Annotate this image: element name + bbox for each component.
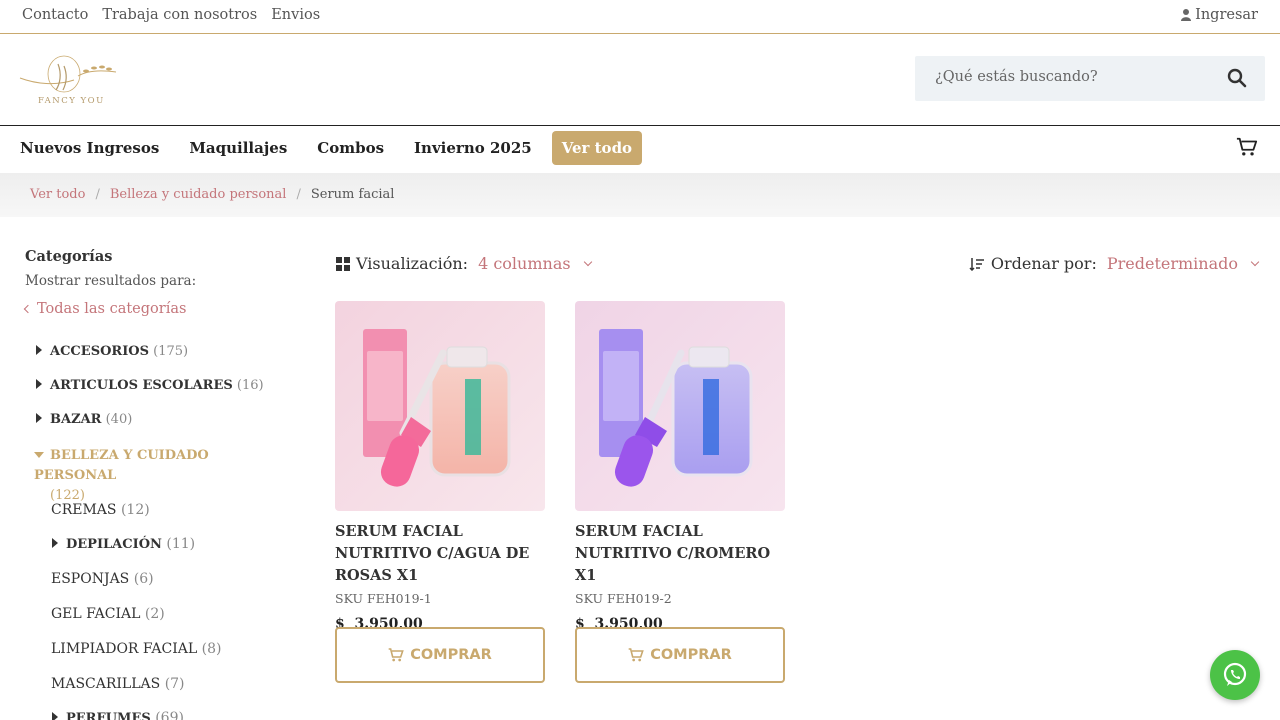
sort-value[interactable]: Predeterminado xyxy=(1107,254,1238,273)
product-card: SERUM FACIAL NUTRITIVO C/ROMERO X1 SKU F… xyxy=(575,301,785,683)
caret-right-icon xyxy=(36,413,42,423)
category-articulos-escolares[interactable]: ARTICULOS ESCOLARES (16) xyxy=(36,378,264,393)
login-label: Ingresar xyxy=(1195,7,1258,23)
breadcrumb-ver-todo[interactable]: Ver todo xyxy=(30,187,85,202)
product-sku: SKU FEH019-1 xyxy=(335,591,432,606)
search-icon[interactable] xyxy=(1227,68,1247,88)
logo-text: FANCY YOU xyxy=(38,96,105,106)
breadcrumb-separator: / xyxy=(95,187,100,202)
link-trabaja[interactable]: Trabaja con nosotros xyxy=(102,7,257,23)
buy-button[interactable]: COMPRAR xyxy=(335,627,545,683)
sidebar-title: Categorías xyxy=(25,248,113,265)
subcategory-limpiador-facial[interactable]: LIMPIADOR FACIAL (8) xyxy=(51,641,221,657)
cart-icon[interactable] xyxy=(1236,136,1258,158)
view-label: Visualización: xyxy=(356,254,469,273)
grid-icon xyxy=(336,256,350,271)
breadcrumb-separator: / xyxy=(296,187,301,202)
product-image[interactable] xyxy=(335,301,545,511)
nav-nuevos-ingresos[interactable]: Nuevos Ingresos xyxy=(20,131,159,165)
search-bar[interactable]: ¿Qué estás buscando? xyxy=(915,56,1265,101)
breadcrumb-current: Serum facial xyxy=(310,187,395,202)
category-bazar[interactable]: BAZAR (40) xyxy=(36,412,132,427)
subcategory-gel-facial[interactable]: GEL FACIAL (2) xyxy=(51,606,165,622)
login-link[interactable]: Ingresar xyxy=(1181,7,1258,23)
nav-combos[interactable]: Combos xyxy=(317,131,384,165)
whatsapp-button[interactable] xyxy=(1210,650,1260,700)
category-belleza[interactable]: BELLEZA Y CUIDADO PERSONAL (122) xyxy=(34,446,284,506)
caret-down-icon xyxy=(34,452,44,458)
view-value[interactable]: 4 columnas xyxy=(478,254,571,273)
link-contacto[interactable]: Contacto xyxy=(22,7,88,23)
buy-button-label: COMPRAR xyxy=(650,647,732,663)
chevron-down-icon xyxy=(1250,257,1260,266)
subcategory-perfumes[interactable]: PERFUMES (69) xyxy=(52,710,184,720)
caret-right-icon xyxy=(52,538,58,548)
breadcrumb-belleza[interactable]: Belleza y cuidado personal xyxy=(110,187,287,202)
sort-selector[interactable]: Ordenar por: Predeterminado xyxy=(969,254,1260,273)
product-card: SERUM FACIAL NUTRITIVO C/AGUA DE ROSAS X… xyxy=(335,301,545,683)
subcategory-esponjas[interactable]: ESPONJAS (6) xyxy=(51,571,154,587)
user-icon xyxy=(1181,9,1192,21)
subcategory-mascarillas[interactable]: MASCARILLAS (7) xyxy=(51,676,185,692)
caret-right-icon xyxy=(36,379,42,389)
nav-ver-todo[interactable]: Ver todo xyxy=(551,131,643,165)
category-sidebar: Categorías Mostrar resultados para: Toda… xyxy=(23,248,295,317)
header: FANCY YOU ¿Qué estás buscando? xyxy=(0,34,1280,126)
caret-right-icon xyxy=(52,712,58,720)
chevron-left-icon xyxy=(23,304,33,314)
breadcrumb: Ver todo / Belleza y cuidado personal / … xyxy=(0,173,1280,217)
product-name[interactable]: SERUM FACIAL NUTRITIVO C/ROMERO X1 xyxy=(575,521,785,587)
subcategory-depilacion[interactable]: DEPILACIÓN (11) xyxy=(52,536,195,552)
subcategory-cremas[interactable]: CREMAS (12) xyxy=(51,502,150,518)
caret-right-icon xyxy=(36,345,42,355)
link-envios[interactable]: Envios xyxy=(271,7,320,23)
buy-button-label: COMPRAR xyxy=(410,647,492,663)
product-image[interactable] xyxy=(575,301,785,511)
buy-button[interactable]: COMPRAR xyxy=(575,627,785,683)
top-bar: Contacto Trabaja con nosotros Envios Ing… xyxy=(0,0,1280,34)
search-placeholder[interactable]: ¿Qué estás buscando? xyxy=(935,69,1098,85)
sort-label: Ordenar por: xyxy=(990,254,1097,273)
cart-icon xyxy=(388,648,404,662)
view-selector[interactable]: Visualización: 4 columnas xyxy=(336,254,592,273)
sidebar-subtitle: Mostrar resultados para: xyxy=(25,273,197,289)
product-sku: SKU FEH019-2 xyxy=(575,591,672,606)
cart-icon xyxy=(628,648,644,662)
nav-maquillajes[interactable]: Maquillajes xyxy=(189,131,287,165)
chevron-down-icon xyxy=(583,257,592,266)
nav-invierno-2025[interactable]: Invierno 2025 xyxy=(414,131,532,165)
main-nav: Nuevos Ingresos Maquillajes Combos Invie… xyxy=(0,126,1280,173)
whatsapp-icon xyxy=(1223,662,1247,686)
product-name[interactable]: SERUM FACIAL NUTRITIVO C/AGUA DE ROSAS X… xyxy=(335,521,545,587)
sort-icon xyxy=(969,257,984,271)
category-accesorios[interactable]: ACCESORIOS (175) xyxy=(36,344,188,359)
all-categories-label: Todas las categorías xyxy=(37,301,187,317)
all-categories-link[interactable]: Todas las categorías xyxy=(23,301,295,317)
top-links: Contacto Trabaja con nosotros Envios xyxy=(22,7,320,23)
